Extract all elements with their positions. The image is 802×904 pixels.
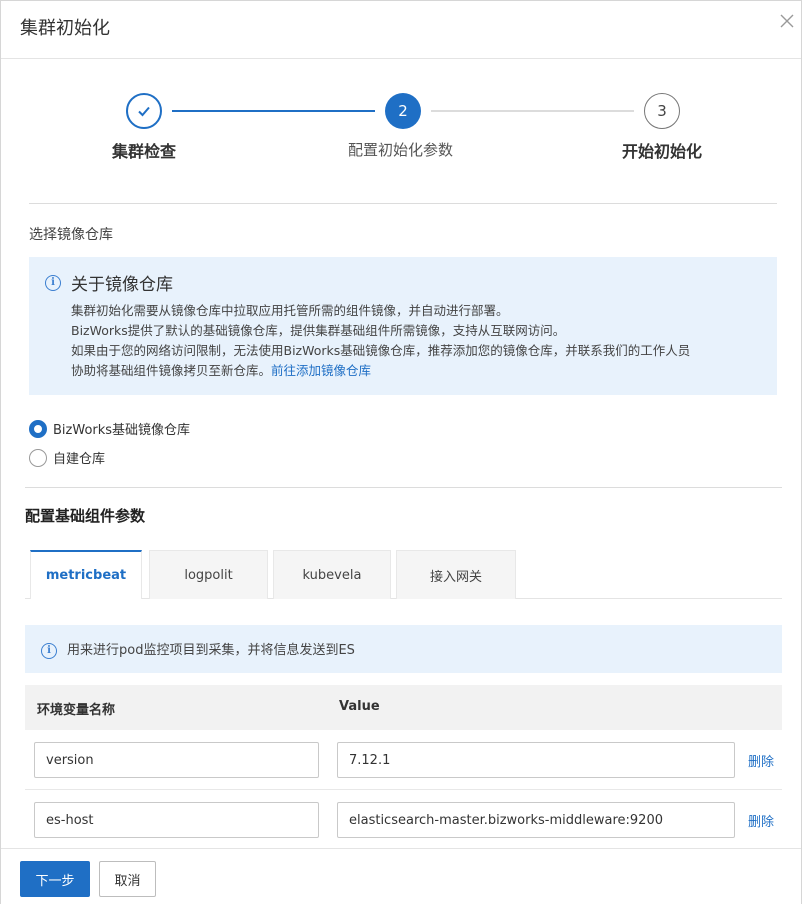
radio-label: BizWorks基础镜像仓库	[53, 423, 191, 438]
env-name-input[interactable]	[34, 802, 319, 838]
info-line-with-link: 协助将基础组件镜像拷贝至新仓库。前往添加镜像仓库	[71, 361, 690, 381]
info-icon: i	[41, 643, 57, 659]
dialog-footer: 下一步 取消	[1, 848, 801, 904]
next-button[interactable]: 下一步	[20, 861, 90, 897]
column-header-value: Value	[339, 699, 380, 714]
close-icon[interactable]	[777, 11, 797, 31]
radio-label: 自建仓库	[53, 452, 106, 467]
tab-metricbeat[interactable]: metricbeat	[30, 550, 142, 599]
radio-bizworks-registry[interactable]: BizWorks基础镜像仓库	[29, 419, 190, 438]
info-line: 如果由于您的网络访问限制，无法使用BizWorks基础镜像仓库，推荐添加您的镜像…	[71, 343, 691, 358]
column-header-name: 环境变量名称	[37, 703, 116, 718]
table-row: 删除	[25, 730, 782, 790]
step-connector-2	[431, 110, 634, 112]
radio-unchecked-icon[interactable]	[29, 448, 47, 467]
table-row: 删除	[25, 790, 782, 850]
dialog-header: 集群初始化	[1, 1, 801, 59]
info-line: 集群初始化需要从镜像仓库中拉取应用托管所需的组件镜像，并自动进行部署。	[71, 303, 509, 318]
registry-info-box: i 关于镜像仓库 集群初始化需要从镜像仓库中拉取应用托管所需的组件镜像，并自动进…	[29, 257, 777, 395]
tab-logpolit[interactable]: logpolit	[149, 550, 268, 599]
info-icon: i	[45, 275, 61, 291]
tab-gateway[interactable]: 接入网关	[396, 550, 516, 599]
step-2-label: 配置初始化参数	[348, 141, 454, 159]
delete-link[interactable]: 删除	[748, 751, 774, 770]
info-title: 关于镜像仓库	[71, 275, 173, 295]
info-text: 集群初始化需要从镜像仓库中拉取应用托管所需的组件镜像，并自动进行部署。 BizW…	[71, 301, 690, 381]
tab-kubevela[interactable]: kubevela	[273, 550, 391, 599]
init-cluster-dialog: 集群初始化 2 3 集群检查 配置初始化参数 开始初始化 选择镜像仓库 i 关于…	[0, 0, 802, 904]
components-section-title: 配置基础组件参数	[25, 507, 146, 525]
component-tabs: metricbeat logpolit kubevela 接入网关	[25, 550, 782, 599]
info-line: BizWorks提供了默认的基础镜像仓库，提供集群基础组件所需镜像，支持从互联网…	[71, 323, 566, 338]
add-registry-link[interactable]: 前往添加镜像仓库	[271, 363, 371, 378]
cancel-button[interactable]: 取消	[99, 861, 156, 897]
info-line: 协助将基础组件镜像拷贝至新仓库。	[71, 363, 272, 378]
delete-link[interactable]: 删除	[748, 811, 774, 830]
radio-checked-icon[interactable]	[29, 419, 47, 438]
step-connector-1	[172, 110, 375, 112]
step-1-done-icon	[126, 93, 162, 129]
step-3-number: 3	[644, 93, 680, 129]
divider	[25, 487, 782, 488]
step-2-number: 2	[385, 93, 421, 129]
radio-self-hosted-registry[interactable]: 自建仓库	[29, 448, 105, 467]
hint-text: 用来进行pod监控项目到采集，并将信息发送到ES	[67, 643, 355, 658]
step-1-label: 集群检查	[112, 142, 177, 161]
step-3-label: 开始初始化	[622, 142, 703, 161]
env-value-input[interactable]	[337, 802, 735, 838]
table-header: 环境变量名称 Value	[25, 685, 782, 730]
env-name-input[interactable]	[34, 742, 319, 778]
component-hint-box: i 用来进行pod监控项目到采集，并将信息发送到ES	[25, 625, 782, 673]
divider	[29, 203, 777, 204]
dialog-title: 集群初始化	[20, 18, 110, 39]
env-value-input[interactable]	[337, 742, 735, 778]
registry-section-label: 选择镜像仓库	[29, 227, 113, 243]
